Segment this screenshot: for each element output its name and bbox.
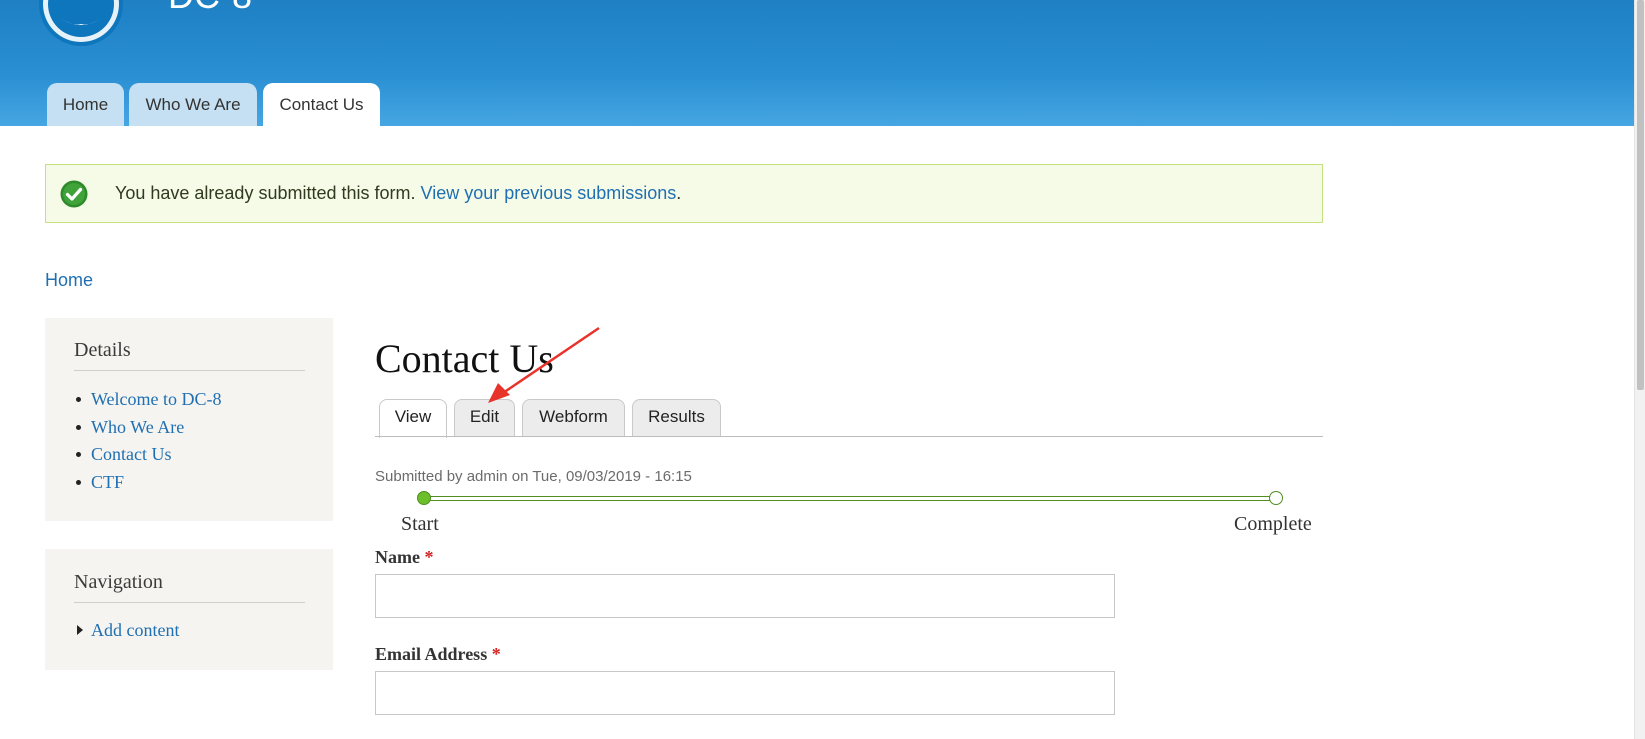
sidebar-navigation-block: Navigation Add content (45, 549, 333, 670)
sidebar-item-ctf[interactable]: CTF (91, 472, 124, 492)
bullet-icon (76, 452, 81, 457)
list-item: Add content (74, 619, 179, 647)
details-list: Welcome to DC-8 Who We Are Contact Us CT… (74, 388, 222, 498)
sidebar-item-welcome[interactable]: Welcome to DC-8 (91, 389, 222, 409)
email-field-label: Email Address * (375, 644, 501, 665)
status-message-text: You have already submitted this form. Vi… (115, 183, 681, 204)
progress-track (423, 496, 1277, 501)
sidebar-item-add-content[interactable]: Add content (91, 620, 179, 640)
name-field-label: Name * (375, 547, 433, 568)
main-menu-contact-us[interactable]: Contact Us (263, 83, 380, 126)
bullet-icon (76, 397, 81, 402)
tabs-divider (375, 436, 1323, 437)
submitted-info: Submitted by admin on Tue, 09/03/2019 - … (375, 468, 692, 485)
details-divider (74, 370, 305, 371)
sidebar-item-who-we-are[interactable]: Who We Are (91, 417, 184, 437)
progress-start-label: Start (401, 513, 439, 535)
list-item: CTF (74, 471, 222, 499)
breadcrumb-home[interactable]: Home (45, 270, 93, 291)
collapsed-triangle-icon[interactable] (77, 625, 83, 635)
site-name[interactable]: DC-8 (168, 0, 252, 14)
progress-step-complete (1269, 491, 1283, 505)
list-item: Welcome to DC-8 (74, 388, 222, 416)
site-header: DC-8 Home Who We Are Contact Us (0, 0, 1634, 126)
status-message-body: You have already submitted this form. (115, 183, 416, 203)
tab-results[interactable]: Results (632, 399, 721, 437)
previous-submissions-link[interactable]: View your previous submissions (421, 183, 677, 203)
email-address-input[interactable] (375, 671, 1115, 715)
list-item: Contact Us (74, 443, 222, 471)
sidebar-item-contact-us[interactable]: Contact Us (91, 444, 172, 464)
scrollbar-thumb[interactable] (1637, 0, 1644, 390)
navigation-divider (74, 602, 305, 603)
navigation-block-title: Navigation (74, 571, 163, 593)
required-marker: * (424, 547, 434, 567)
sidebar-details-block: Details Welcome to DC-8 Who We Are Conta… (45, 318, 333, 521)
name-label-text: Name (375, 547, 420, 567)
vertical-scrollbar[interactable] (1634, 0, 1645, 739)
status-message-suffix: . (676, 183, 682, 203)
check-circle-icon (60, 180, 88, 208)
drupal-drop-logo-icon[interactable] (38, 0, 124, 48)
webform-progress-bar (417, 491, 1283, 507)
main-menu-who-we-are[interactable]: Who We Are (129, 83, 257, 126)
status-message: You have already submitted this form. Vi… (45, 164, 1323, 223)
tab-view[interactable]: View (379, 399, 447, 438)
main-menu-home[interactable]: Home (47, 83, 124, 126)
bullet-icon (76, 479, 81, 485)
navigation-list: Add content (74, 619, 179, 647)
name-input[interactable] (375, 574, 1115, 618)
details-block-title: Details (74, 339, 131, 361)
list-item: Who We Are (74, 416, 222, 444)
progress-step-start (417, 491, 431, 505)
progress-complete-label: Complete (1234, 513, 1312, 535)
annotation-arrow-icon (488, 326, 600, 403)
email-label-text: Email Address (375, 644, 488, 664)
required-marker: * (491, 644, 501, 664)
bullet-icon (76, 424, 81, 430)
